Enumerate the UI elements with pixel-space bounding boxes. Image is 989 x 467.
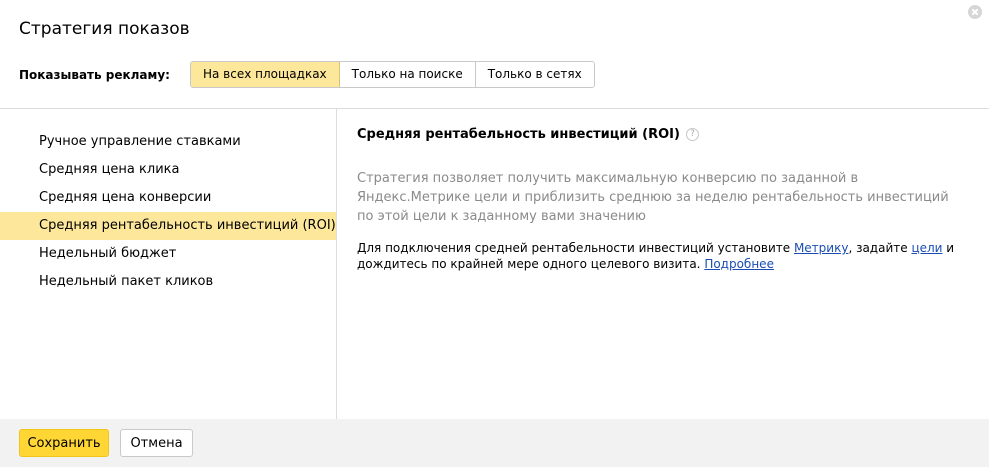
strategy-list-panel: Ручное управление ставками Средняя цена … [0,109,337,419]
metrika-link[interactable]: Метрику [794,241,849,255]
note-text-2: , задайте [848,241,912,255]
strategy-detail-panel: Средняя рентабельность инвестиций (ROI) … [357,127,972,272]
strategy-list: Ручное управление ставками Средняя цена … [0,128,336,296]
note-text-1: Для подключения средней рентабельности и… [357,241,794,255]
strategy-item-avg-cpa[interactable]: Средняя цена конверсии [0,184,336,212]
cancel-button[interactable]: Отмена [120,429,193,457]
show-ads-label: Показывать рекламу: [19,67,170,82]
strategy-requirements-note: Для подключения средней рентабельности и… [357,240,967,272]
strategy-item-weekly-budget[interactable]: Недельный бюджет [0,240,336,268]
goals-link[interactable]: цели [911,241,942,255]
show-ads-row: Показывать рекламу: На всех площадках То… [19,61,595,88]
strategy-detail-heading: Средняя рентабельность инвестиций (ROI) … [357,127,972,142]
question-icon[interactable]: ? [685,128,699,141]
close-icon[interactable] [968,5,982,19]
strategy-description: Стратегия позволяет получить максимальну… [357,171,949,224]
placement-switcher: На всех площадках Только на поиске Тольк… [189,61,595,88]
strategy-item-avg-cpc[interactable]: Средняя цена клика [0,156,336,184]
save-button[interactable]: Сохранить [19,429,109,457]
dialog-title: Стратегия показов [19,19,190,39]
dialog-footer: Сохранить Отмена [0,419,989,467]
strategy-detail-title: Средняя рентабельность инвестиций (ROI) [357,127,680,142]
learn-more-link[interactable]: Подробнее [704,257,774,271]
placement-networks-button[interactable]: Только в сетях [475,62,594,87]
strategy-dialog: Стратегия показов Показывать рекламу: На… [0,0,989,467]
placement-all-button[interactable]: На всех площадках [190,62,340,87]
placement-search-button[interactable]: Только на поиске [339,62,476,87]
strategy-item-manual[interactable]: Ручное управление ставками [0,128,336,156]
strategy-item-weekly-clicks[interactable]: Недельный пакет кликов [0,268,336,296]
strategy-item-roi[interactable]: Средняя рентабельность инвестиций (ROI) [0,212,336,240]
